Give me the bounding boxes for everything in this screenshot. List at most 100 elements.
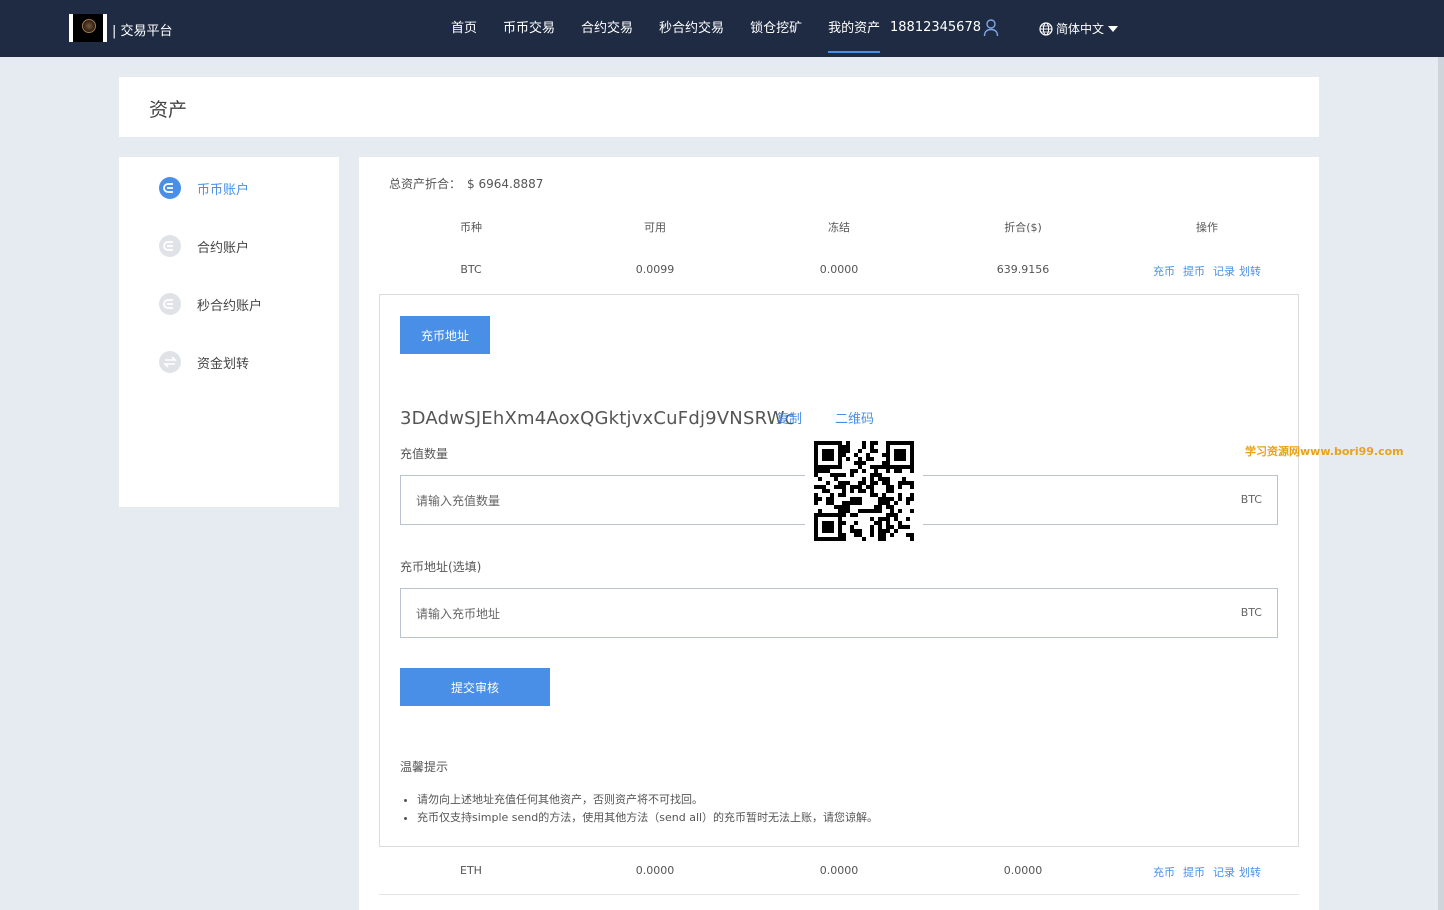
qr-module (862, 481, 866, 485)
logo[interactable] (69, 14, 107, 42)
qr-module (886, 477, 890, 481)
nav-home[interactable]: 首页 (451, 0, 477, 57)
deposit-address[interactable]: 3DAdwSJEhXm4AoxQGktjvxCuFdj9VNSRWc (400, 408, 795, 429)
qr-module (814, 461, 818, 465)
qr-module (906, 533, 910, 537)
qr-module (898, 441, 902, 445)
qr-module (846, 457, 850, 461)
column-header-value: 折合($) (1004, 221, 1042, 234)
qr-module (826, 489, 830, 493)
deposit-link[interactable]: 充币 (1153, 263, 1175, 279)
records-link[interactable]: 记录 (1213, 864, 1235, 880)
qr-module (838, 461, 842, 465)
qr-module (910, 469, 914, 473)
qr-module (850, 529, 854, 533)
sidebar-item-fund-transfer[interactable]: 资金划转 (159, 349, 249, 375)
column-header-actions: 操作 (1196, 221, 1218, 234)
qr-module (874, 449, 878, 453)
sidebar-item-contract-account[interactable]: 合约账户 (159, 233, 249, 259)
qr-module (854, 513, 858, 517)
qr-module (850, 469, 854, 473)
qr-module (902, 477, 906, 481)
qr-module (838, 481, 842, 485)
nav-spot-trading[interactable]: 币币交易 (503, 0, 555, 57)
user-phone[interactable]: 18812345678 (890, 20, 981, 35)
qr-module (862, 441, 866, 445)
qr-module (874, 509, 878, 513)
sidebar-item-label: 资金划转 (197, 356, 250, 372)
qr-module (870, 477, 874, 481)
records-link[interactable]: 记录 (1213, 263, 1235, 279)
cell-available: 0.0000 (635, 864, 675, 877)
withdraw-link[interactable]: 提币 (1183, 864, 1205, 880)
globe-icon (1039, 21, 1053, 36)
withdraw-link[interactable]: 提币 (1183, 263, 1205, 279)
nav-my-assets[interactable]: 我的资产 (828, 0, 881, 57)
qr-module (838, 529, 842, 533)
qr-module (814, 497, 818, 501)
total-assets-value: $ 6964.8887 (467, 177, 544, 191)
deposit-link[interactable]: 充币 (1153, 864, 1175, 880)
qr-module (878, 505, 882, 509)
qr-module (838, 521, 842, 525)
qr-module (850, 489, 854, 493)
nav-staking-mining[interactable]: 锁仓挖矿 (750, 0, 802, 57)
transfer-link[interactable]: 划转 (1239, 263, 1261, 279)
qr-module (814, 501, 818, 505)
qr-module (854, 497, 858, 501)
qr-module (882, 497, 886, 501)
qr-module (826, 529, 830, 533)
qr-module (814, 453, 818, 457)
qr-module (910, 457, 914, 461)
qr-module (846, 509, 850, 513)
qr-module (830, 537, 834, 541)
address-input[interactable] (416, 603, 1196, 625)
qr-module (878, 473, 882, 477)
qr-module (898, 521, 902, 525)
qr-module (818, 441, 822, 445)
qr-module (894, 469, 898, 473)
qr-module (858, 461, 862, 465)
qr-module (874, 481, 878, 485)
tip-item: 请勿向上述地址充值任何其他资产，否则资产将不可找回。 (417, 791, 878, 809)
page-scrollbar[interactable] (1438, 57, 1444, 910)
qr-module (890, 465, 894, 469)
qr-module (834, 485, 838, 489)
qr-module (862, 469, 866, 473)
user-icon[interactable] (983, 19, 999, 37)
qr-module (854, 453, 858, 457)
submit-review-button[interactable]: 提交审核 (400, 668, 550, 706)
column-header-frozen: 冻结 (828, 221, 850, 234)
qr-module (862, 489, 866, 493)
language-selector[interactable]: 简体中文 (1039, 20, 1119, 37)
qr-module (830, 457, 834, 461)
deposit-address-tab[interactable]: 充币地址 (400, 316, 490, 354)
sidebar-item-second-contract-account[interactable]: 秒合约账户 (159, 291, 262, 317)
qr-module (858, 501, 862, 505)
qr-module (834, 537, 838, 541)
address-field[interactable]: BTC (400, 588, 1278, 638)
nav-second-contract[interactable]: 秒合约交易 (659, 0, 724, 57)
qr-module (890, 533, 894, 537)
copy-address-link[interactable]: 复制 (776, 408, 802, 427)
qr-module (874, 469, 878, 473)
qr-module (838, 485, 842, 489)
qr-module (886, 441, 890, 445)
qr-module (838, 465, 842, 469)
qr-module (910, 461, 914, 465)
qr-module (846, 501, 850, 505)
qr-module (878, 465, 882, 469)
qr-module (838, 493, 842, 497)
qr-module (834, 473, 838, 477)
qr-module (838, 517, 842, 521)
qr-module (818, 513, 822, 517)
nav-contract-trading[interactable]: 合约交易 (581, 0, 633, 57)
transfer-link[interactable]: 划转 (1239, 864, 1261, 880)
qr-module (898, 465, 902, 469)
qrcode-link[interactable]: 二维码 (835, 408, 874, 427)
scrollbar-thumb[interactable] (1438, 57, 1444, 910)
qr-module (846, 481, 850, 485)
sidebar-item-coin-account[interactable]: 币币账户 (159, 175, 249, 201)
qr-module (882, 537, 886, 541)
qr-module (870, 485, 874, 489)
